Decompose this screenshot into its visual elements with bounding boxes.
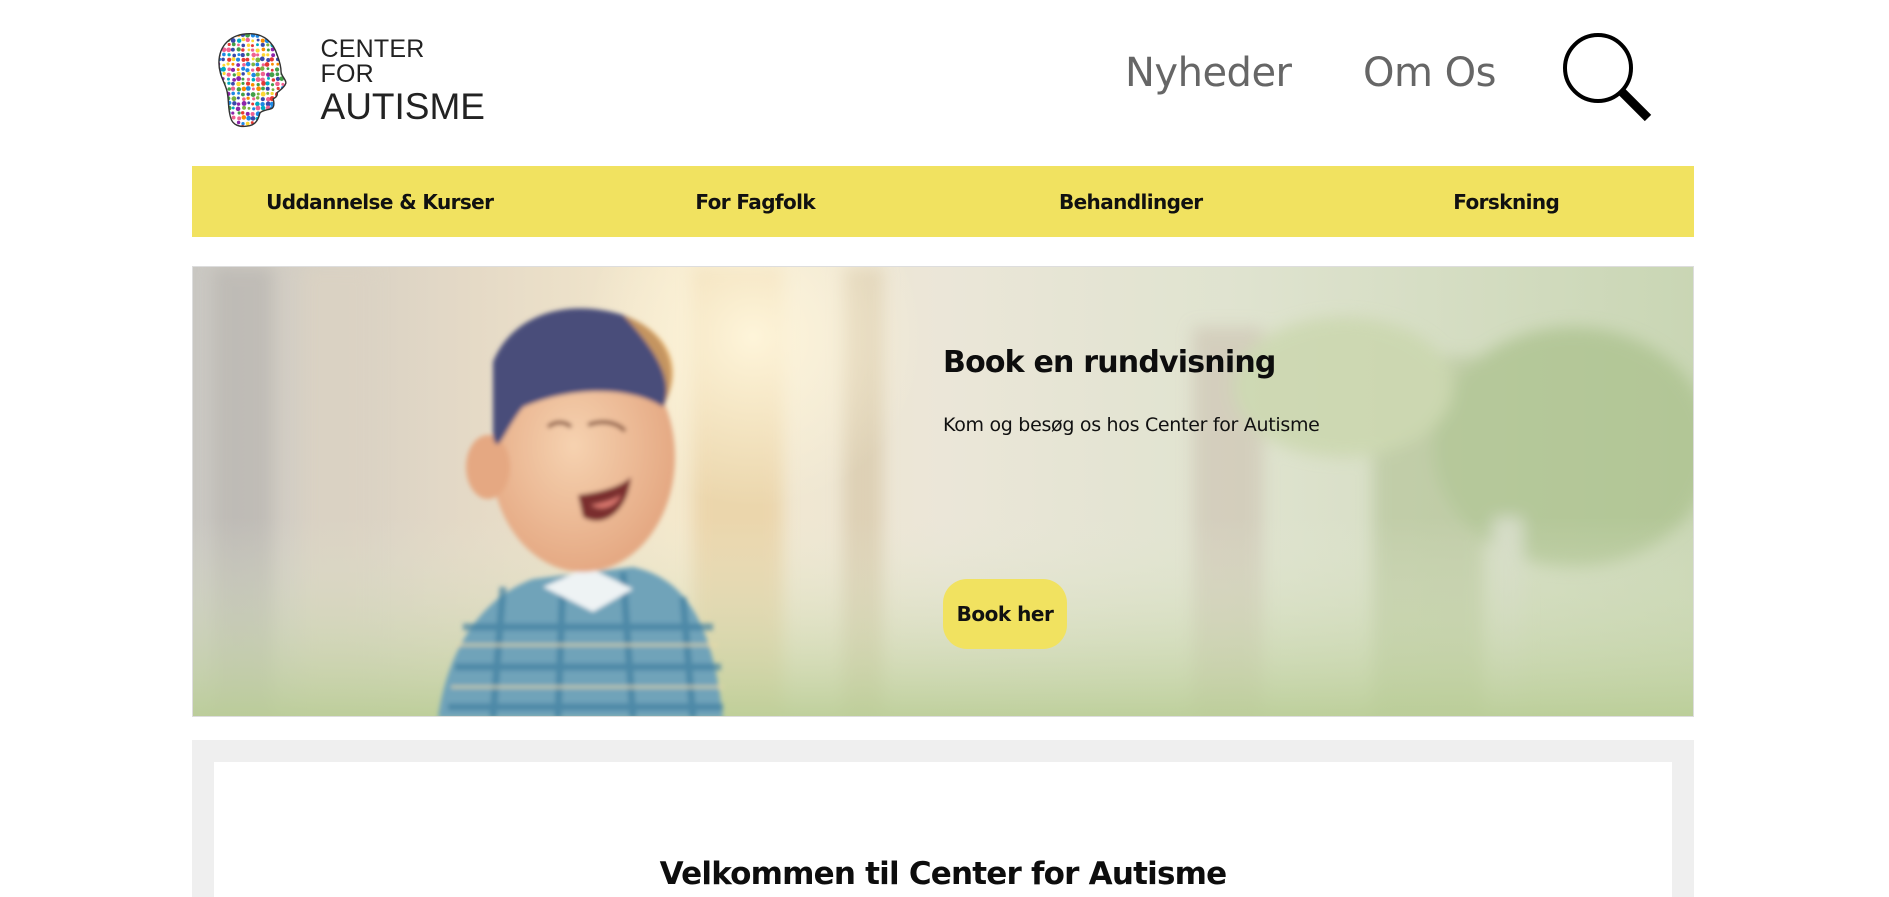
nav-item-education-courses[interactable]: Uddannelse & Kurser	[192, 166, 568, 237]
search-icon	[1563, 33, 1652, 122]
site-header: CENTER FOR AUTISME Nyheder Om Os	[0, 0, 1889, 166]
logo-text-line2: AUTISME	[320, 85, 485, 127]
welcome-title: Velkommen til Center for Autisme	[659, 856, 1228, 892]
nav-item-treatments[interactable]: Behandlinger	[943, 166, 1319, 237]
hero-banner: Book en rundvisning Kom og besøg os hos …	[192, 266, 1694, 717]
book-button[interactable]: Book her	[943, 579, 1067, 649]
laughing-child-photo	[193, 267, 1693, 716]
search-button[interactable]	[1558, 30, 1652, 124]
welcome-card: Velkommen til Center for Autisme	[214, 762, 1672, 897]
nav-item-professionals[interactable]: For Fagfolk	[568, 166, 944, 237]
welcome-section: Velkommen til Center for Autisme	[192, 740, 1694, 897]
nav-link-news[interactable]: Nyheder	[1125, 50, 1292, 96]
logo-text: CENTER FOR AUTISME	[320, 34, 485, 127]
hero-content: Book en rundvisning Kom og besøg os hos …	[943, 345, 1543, 649]
logo-text-line1: CENTER FOR	[320, 34, 425, 88]
colorful-dotted-head-icon	[218, 32, 287, 128]
site-logo[interactable]: CENTER FOR AUTISME	[215, 18, 485, 143]
nav-item-research[interactable]: Forskning	[1319, 166, 1695, 237]
hero-text: Kom og besøg os hos Center for Autisme	[943, 414, 1320, 436]
nav-link-about[interactable]: Om Os	[1363, 50, 1497, 96]
hero-title: Book en rundvisning	[943, 345, 1276, 380]
main-navigation: Uddannelse & Kurser For Fagfolk Behandli…	[192, 166, 1694, 237]
